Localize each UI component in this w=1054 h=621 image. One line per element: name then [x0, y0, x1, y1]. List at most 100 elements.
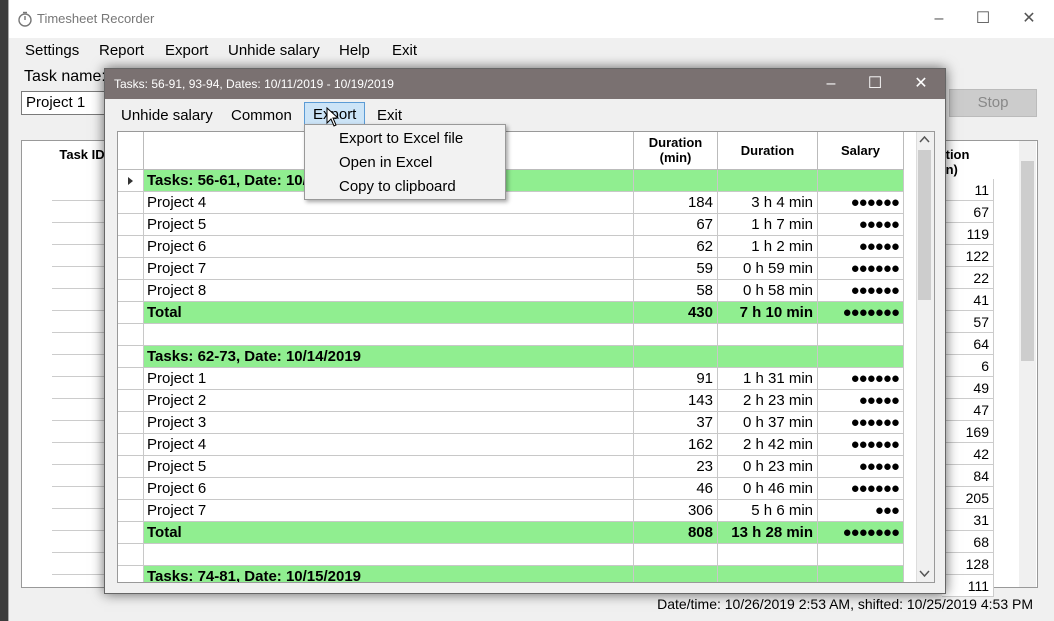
row-header[interactable]: [118, 302, 144, 324]
cell-salary: ●●●●●●●: [818, 302, 904, 324]
cell-duration-min: [634, 544, 718, 566]
blank-row[interactable]: [118, 324, 904, 346]
blank-row[interactable]: [118, 544, 904, 566]
cell-name: Tasks: 74-81, Date: 10/15/2019: [144, 566, 634, 582]
duration-cell: 68: [942, 531, 994, 553]
row-header[interactable]: [118, 324, 144, 346]
menu-help[interactable]: Help: [339, 42, 370, 59]
table-row[interactable]: Project 4 162 2 h 42 min ●●●●●●: [118, 434, 904, 456]
cell-name: Project 7: [144, 500, 634, 522]
minimize-button[interactable]: –: [919, 6, 959, 32]
row-header[interactable]: [118, 478, 144, 500]
table-row[interactable]: Project 6 62 1 h 2 min ●●●●●: [118, 236, 904, 258]
row-header[interactable]: [118, 522, 144, 544]
table-row[interactable]: Project 4 184 3 h 4 min ●●●●●●: [118, 192, 904, 214]
row-header[interactable]: [118, 456, 144, 478]
report-menu-exit[interactable]: Exit: [377, 107, 402, 124]
open-in-excel[interactable]: Open in Excel: [339, 154, 432, 171]
cell-name: Project 4: [144, 434, 634, 456]
close-button[interactable]: ✕: [1009, 6, 1049, 32]
table-row[interactable]: Project 8 58 0 h 58 min ●●●●●●: [118, 280, 904, 302]
cell-duration: 0 h 58 min: [718, 280, 818, 302]
cell-name: Project 5: [144, 456, 634, 478]
cell-name: Project 2: [144, 390, 634, 412]
report-vscroll-thumb[interactable]: [918, 150, 931, 300]
duration-cell: 57: [942, 311, 994, 333]
table-row[interactable]: Project 7 59 0 h 59 min ●●●●●●: [118, 258, 904, 280]
scroll-down-icon[interactable]: [919, 570, 930, 578]
row-header[interactable]: [118, 390, 144, 412]
cell-name: [144, 544, 634, 566]
table-row[interactable]: Project 7 306 5 h 6 min ●●●: [118, 500, 904, 522]
cell-duration-min: 23: [634, 456, 718, 478]
header-task-id: Task ID: [59, 147, 105, 162]
copy-to-clipboard[interactable]: Copy to clipboard: [339, 178, 456, 195]
row-header[interactable]: [118, 236, 144, 258]
table-row[interactable]: Project 5 67 1 h 7 min ●●●●●: [118, 214, 904, 236]
cell-duration-min: 59: [634, 258, 718, 280]
cell-duration: [718, 346, 818, 368]
stop-button[interactable]: Stop: [949, 89, 1037, 117]
duration-cell: 49: [942, 377, 994, 399]
cell-salary: [818, 324, 904, 346]
row-header[interactable]: [118, 500, 144, 522]
row-header[interactable]: [118, 434, 144, 456]
duration-cell: 41: [942, 289, 994, 311]
report-window: Tasks: 56-91, 93-94, Dates: 10/11/2019 -…: [104, 68, 946, 594]
cell-duration: 2 h 23 min: [718, 390, 818, 412]
main-vscroll-thumb[interactable]: [1021, 161, 1034, 361]
report-titlebar: Tasks: 56-91, 93-94, Dates: 10/11/2019 -…: [105, 69, 945, 99]
cell-salary: ●●●: [818, 500, 904, 522]
report-menu-common[interactable]: Common: [231, 107, 292, 124]
duration-cell: 128: [942, 553, 994, 575]
menu-unhide-salary[interactable]: Unhide salary: [228, 42, 320, 59]
cell-duration: 1 h 2 min: [718, 236, 818, 258]
group-row[interactable]: Tasks: 74-81, Date: 10/15/2019: [118, 566, 904, 582]
row-header[interactable]: [118, 412, 144, 434]
cell-duration: 3 h 4 min: [718, 192, 818, 214]
main-vscroll[interactable]: [1019, 141, 1036, 587]
menu-report[interactable]: Report: [99, 42, 144, 59]
total-row[interactable]: Total 430 7 h 10 min ●●●●●●●: [118, 302, 904, 324]
window-title: Timesheet Recorder: [37, 11, 155, 26]
row-header[interactable]: [118, 192, 144, 214]
cell-duration-min: 143: [634, 390, 718, 412]
export-dropdown: Export to Excel file Open in Excel Copy …: [304, 124, 506, 200]
row-header[interactable]: [118, 214, 144, 236]
export-to-excel-file[interactable]: Export to Excel file: [339, 130, 463, 147]
table-row[interactable]: Project 3 37 0 h 37 min ●●●●●●: [118, 412, 904, 434]
cell-duration: 7 h 10 min: [718, 302, 818, 324]
table-row[interactable]: Project 6 46 0 h 46 min ●●●●●●: [118, 478, 904, 500]
row-header[interactable]: [118, 170, 144, 192]
cell-salary: [818, 566, 904, 582]
report-maximize-button[interactable]: ☐: [853, 71, 897, 97]
cell-name: Total: [144, 522, 634, 544]
cell-duration: 5 h 6 min: [718, 500, 818, 522]
group-row[interactable]: Tasks: 62-73, Date: 10/14/2019: [118, 346, 904, 368]
group-row[interactable]: Tasks: 56-61, Date: 10/11/2019: [118, 170, 904, 192]
row-header[interactable]: [118, 346, 144, 368]
table-row[interactable]: Project 1 91 1 h 31 min ●●●●●●: [118, 368, 904, 390]
row-header[interactable]: [118, 368, 144, 390]
menu-exit[interactable]: Exit: [392, 42, 417, 59]
scroll-up-icon[interactable]: [919, 135, 930, 143]
menu-settings[interactable]: Settings: [25, 42, 79, 59]
duration-cell: 111: [942, 575, 994, 597]
menu-export[interactable]: Export: [165, 42, 208, 59]
report-minimize-button[interactable]: –: [809, 71, 853, 97]
cell-salary: ●●●●●●●: [818, 522, 904, 544]
table-row[interactable]: Project 5 23 0 h 23 min ●●●●●: [118, 456, 904, 478]
report-grid: Duration (min) Duration Salary Tasks: 56…: [117, 131, 935, 583]
row-header[interactable]: [118, 566, 144, 582]
cell-duration-min: [634, 566, 718, 582]
table-row[interactable]: Project 2 143 2 h 23 min ●●●●●: [118, 390, 904, 412]
total-row[interactable]: Total 808 13 h 28 min ●●●●●●●: [118, 522, 904, 544]
row-header[interactable]: [118, 258, 144, 280]
row-header[interactable]: [118, 544, 144, 566]
cell-duration: 0 h 59 min: [718, 258, 818, 280]
report-close-button[interactable]: ✕: [899, 71, 943, 97]
report-menu-unhide-salary[interactable]: Unhide salary: [121, 107, 213, 124]
header-salary: Salary: [818, 132, 904, 170]
row-header[interactable]: [118, 280, 144, 302]
maximize-button[interactable]: ☐: [963, 6, 1003, 32]
